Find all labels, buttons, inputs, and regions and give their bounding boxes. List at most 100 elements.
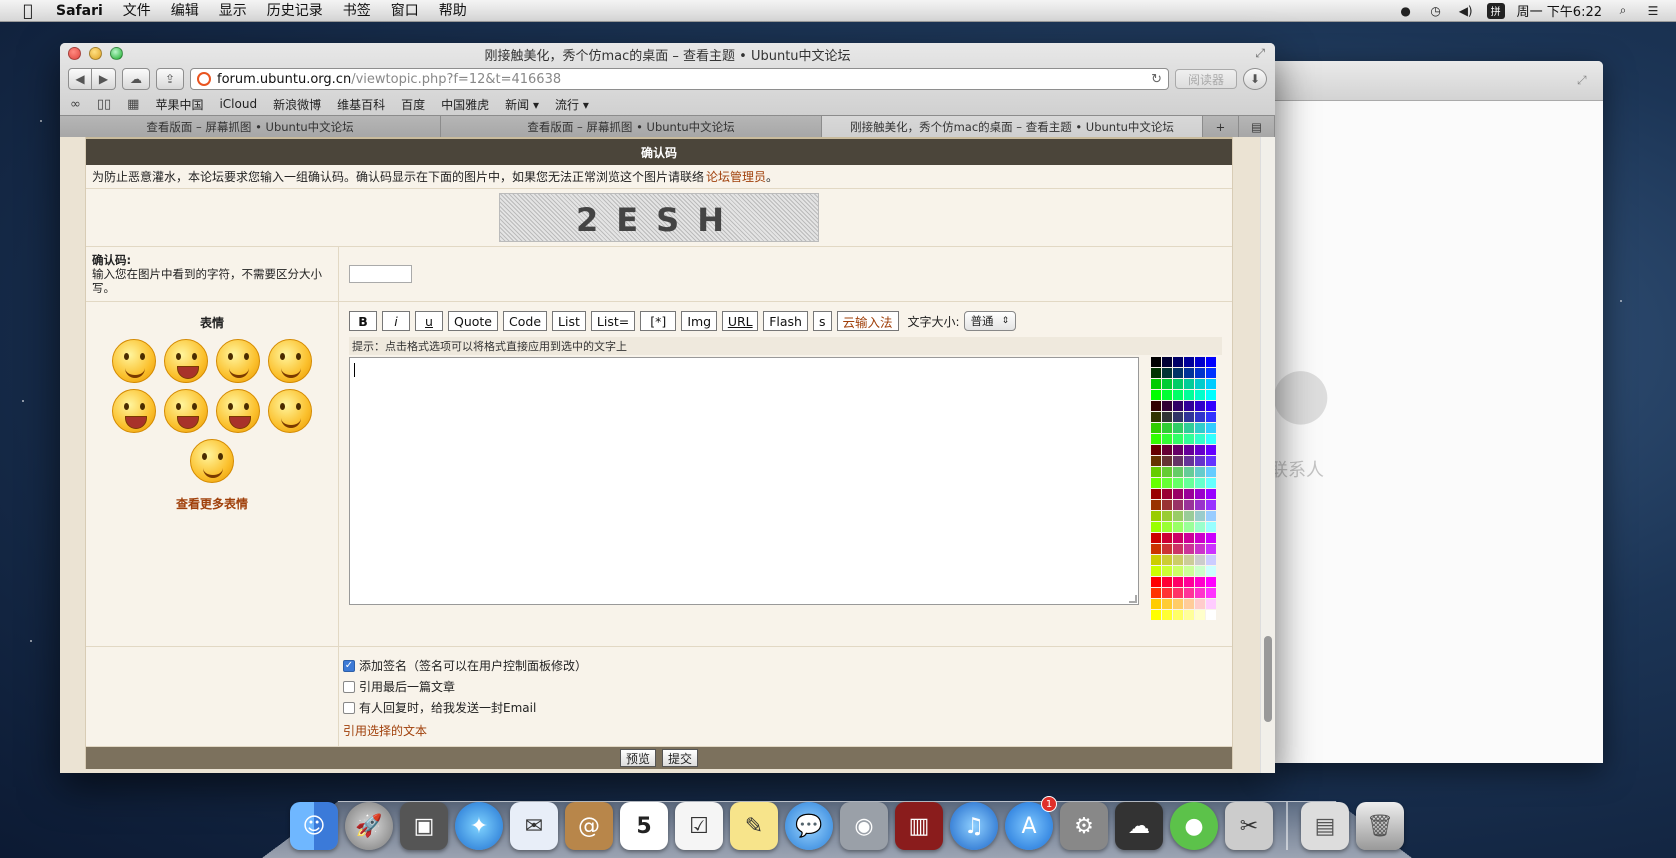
color-swatch[interactable]: [1195, 434, 1205, 444]
color-swatch[interactable]: [1184, 445, 1194, 455]
color-swatch[interactable]: [1173, 522, 1183, 532]
smiley-sweat-grin-icon[interactable]: [164, 389, 208, 433]
color-swatch[interactable]: [1162, 467, 1172, 477]
color-swatch[interactable]: [1195, 511, 1205, 521]
option-notify[interactable]: 有人回复时，给我发送一封Email: [343, 697, 1228, 718]
bookmark-item[interactable]: 苹果中国: [155, 96, 203, 113]
more-smileys-link[interactable]: 查看更多表情: [92, 495, 332, 512]
color-swatch[interactable]: [1151, 489, 1161, 499]
color-swatch[interactable]: [1173, 544, 1183, 554]
color-swatch[interactable]: [1162, 588, 1172, 598]
tab-3-active[interactable]: 刚接触美化，秀个仿mac的桌面 – 查看主题 • Ubuntu中文论坛: [822, 116, 1203, 138]
color-swatch[interactable]: [1162, 423, 1172, 433]
wechat-status-icon[interactable]: ●: [1397, 3, 1415, 19]
italic-button[interactable]: i: [382, 311, 410, 331]
color-swatch[interactable]: [1184, 610, 1194, 620]
color-swatch[interactable]: [1162, 610, 1172, 620]
color-swatch[interactable]: [1173, 467, 1183, 477]
system-preferences-icon[interactable]: ⚙: [1060, 802, 1108, 850]
submit-button[interactable]: 提交: [662, 749, 699, 767]
color-swatch[interactable]: [1173, 401, 1183, 411]
photo-booth-icon[interactable]: ▥: [895, 802, 943, 850]
forum-admin-link[interactable]: 论坛管理员: [706, 168, 766, 185]
color-swatch[interactable]: [1184, 577, 1194, 587]
color-swatch[interactable]: [1151, 478, 1161, 488]
color-swatch[interactable]: [1151, 533, 1161, 543]
tab-2[interactable]: 查看版面 – 屏幕抓图 • Ubuntu中文论坛: [441, 116, 822, 138]
utilities-icon[interactable]: ✂: [1225, 802, 1273, 850]
calendar-icon[interactable]: 5: [620, 802, 668, 850]
color-swatch[interactable]: [1162, 522, 1172, 532]
color-swatch[interactable]: [1206, 467, 1216, 477]
itunes-icon[interactable]: ♫: [950, 802, 998, 850]
color-swatch[interactable]: [1206, 533, 1216, 543]
img-button[interactable]: Img: [681, 311, 718, 331]
color-swatch[interactable]: [1151, 357, 1161, 367]
fullscreen-icon[interactable]: ⤢: [1577, 73, 1591, 87]
option-quote-last[interactable]: 引用最后一篇文章: [343, 676, 1228, 697]
color-swatch[interactable]: [1173, 599, 1183, 609]
color-swatch[interactable]: [1162, 489, 1172, 499]
notification-center-icon[interactable]: ☰: [1644, 3, 1662, 19]
color-swatch[interactable]: [1162, 544, 1172, 554]
color-swatch[interactable]: [1173, 588, 1183, 598]
reload-icon[interactable]: ↻: [1151, 72, 1162, 87]
forward-button[interactable]: ▶: [92, 68, 116, 90]
quote-selected-link[interactable]: 引用选择的文本: [343, 722, 1228, 739]
color-swatch[interactable]: [1173, 423, 1183, 433]
color-swatch[interactable]: [1184, 357, 1194, 367]
color-swatch[interactable]: [1151, 423, 1161, 433]
color-swatch[interactable]: [1162, 478, 1172, 488]
color-swatch[interactable]: [1206, 390, 1216, 400]
color-swatch[interactable]: [1173, 390, 1183, 400]
smiley-thumbs-up-icon[interactable]: [268, 389, 312, 433]
input-method-icon[interactable]: 拼: [1486, 2, 1505, 19]
color-swatch[interactable]: [1195, 478, 1205, 488]
color-swatch[interactable]: [1195, 390, 1205, 400]
color-swatch[interactable]: [1173, 412, 1183, 422]
color-swatch[interactable]: [1173, 368, 1183, 378]
color-swatch[interactable]: [1162, 390, 1172, 400]
bookmark-item[interactable]: 维基百科: [337, 96, 385, 113]
mission-control-icon[interactable]: ▣: [400, 802, 448, 850]
color-swatch[interactable]: [1162, 533, 1172, 543]
color-swatch[interactable]: [1206, 489, 1216, 499]
color-swatch[interactable]: [1162, 555, 1172, 565]
message-textarea[interactable]: [349, 357, 1139, 605]
color-swatch[interactable]: [1195, 566, 1205, 576]
new-tab-button[interactable]: +: [1203, 116, 1239, 138]
menu-bookmarks[interactable]: 书签: [333, 0, 381, 22]
color-swatch[interactable]: [1206, 412, 1216, 422]
color-swatch[interactable]: [1206, 511, 1216, 521]
color-swatch[interactable]: [1195, 357, 1205, 367]
color-swatch[interactable]: [1162, 434, 1172, 444]
color-swatch[interactable]: [1173, 511, 1183, 521]
color-swatch[interactable]: [1195, 368, 1205, 378]
safari-icon[interactable]: ✦: [455, 802, 503, 850]
bookmark-folder-popular[interactable]: 流行 ▾: [555, 96, 589, 113]
menu-history[interactable]: 历史记录: [257, 0, 333, 22]
share-button[interactable]: ⇪: [156, 68, 184, 90]
color-swatch[interactable]: [1206, 456, 1216, 466]
messages-icon[interactable]: 💬: [785, 802, 833, 850]
color-swatch[interactable]: [1195, 445, 1205, 455]
color-swatch[interactable]: [1151, 467, 1161, 477]
color-swatch[interactable]: [1151, 445, 1161, 455]
volume-icon[interactable]: ◀): [1457, 3, 1475, 19]
color-swatch[interactable]: [1151, 434, 1161, 444]
code-button[interactable]: Code: [503, 311, 548, 331]
color-swatch[interactable]: [1151, 456, 1161, 466]
color-swatch[interactable]: [1162, 445, 1172, 455]
color-swatch[interactable]: [1195, 610, 1205, 620]
bookmark-item[interactable]: 新浪微博: [273, 96, 321, 113]
color-swatch[interactable]: [1195, 577, 1205, 587]
color-swatch[interactable]: [1151, 412, 1161, 422]
reading-list-icon[interactable]: ∞: [70, 97, 81, 112]
color-swatch[interactable]: [1173, 566, 1183, 576]
page-scrollbar[interactable]: [1260, 137, 1275, 773]
color-swatch[interactable]: [1206, 423, 1216, 433]
color-swatch[interactable]: [1184, 599, 1194, 609]
menubar-clock[interactable]: 周一 下午6:22: [1517, 1, 1602, 20]
menu-help[interactable]: 帮助: [429, 0, 477, 22]
smiley-grin-icon[interactable]: [216, 389, 260, 433]
